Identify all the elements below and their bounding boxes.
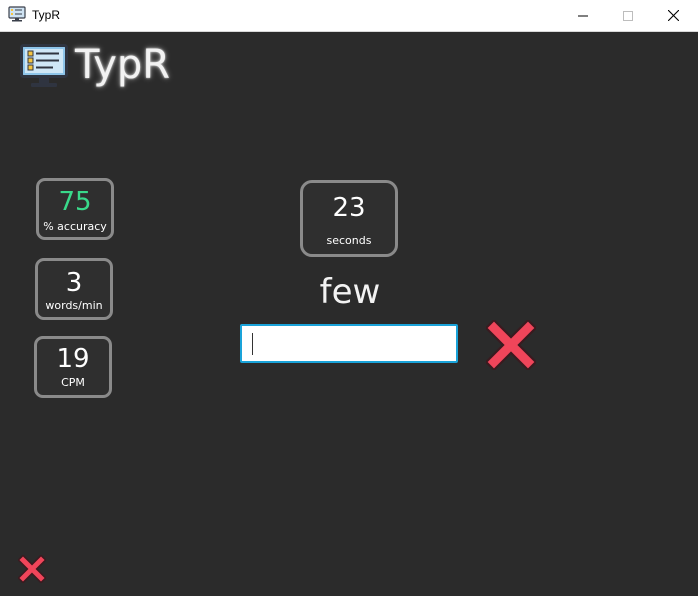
window-title: TypR (32, 8, 61, 22)
maximize-button[interactable] (605, 0, 651, 31)
wpm-value: 3 (65, 268, 83, 298)
cpm-label: CPM (61, 376, 85, 389)
monitor-checklist-icon (20, 44, 68, 94)
maximize-icon (623, 10, 633, 21)
app-brand-title: TypR (75, 42, 171, 88)
exit-x-icon[interactable] (17, 554, 47, 587)
app-icon (8, 6, 26, 26)
accuracy-stat: 75 % accuracy (36, 178, 114, 240)
timer-label: seconds (326, 234, 372, 247)
wpm-stat: 3 words/min (35, 258, 113, 320)
close-icon (667, 10, 679, 21)
cpm-stat: 19 CPM (34, 336, 112, 398)
close-button[interactable] (650, 0, 696, 31)
typing-input[interactable] (240, 324, 458, 363)
text-caret (252, 333, 253, 355)
title-bar: TypR (0, 0, 698, 32)
accuracy-label: % accuracy (43, 220, 107, 233)
cpm-value: 19 (56, 344, 90, 374)
minimize-icon (578, 15, 588, 16)
current-word: few (319, 272, 381, 312)
timer-value: 23 (332, 193, 366, 223)
wpm-label: words/min (45, 299, 103, 312)
incorrect-x-icon (484, 318, 538, 374)
accuracy-value: 75 (58, 187, 92, 217)
timer-box: 23 seconds (300, 180, 398, 257)
minimize-button[interactable] (560, 0, 606, 31)
